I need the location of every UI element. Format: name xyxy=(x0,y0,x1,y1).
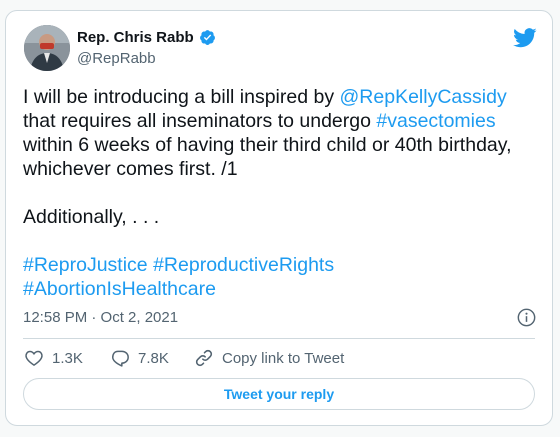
copy-link-label: Copy link to Tweet xyxy=(222,349,345,367)
twitter-bird-icon[interactable] xyxy=(513,28,537,48)
link-icon xyxy=(195,349,213,367)
heart-icon xyxy=(25,350,43,366)
tweet-line: Additionally, . . . xyxy=(23,205,543,229)
author-name-row[interactable]: Rep. Chris Rabb xyxy=(77,29,216,46)
profile-photo xyxy=(24,25,70,71)
tweet-line: #ReproJustice #ReproductiveRights xyxy=(23,253,543,277)
tweet-text-segment: Additionally, . . . xyxy=(23,206,160,228)
tweet-your-reply-button[interactable]: Tweet your reply xyxy=(23,378,535,410)
tweet-line: within 6 weeks of having their third chi… xyxy=(23,133,543,157)
divider xyxy=(23,338,535,339)
tweet-line: whichever comes first. /1 xyxy=(23,157,543,181)
tweet-timestamp[interactable]: 12:58 PM · Oct 2, 2021 xyxy=(23,309,178,326)
copy-link-button[interactable]: Copy link to Tweet xyxy=(194,348,344,368)
like-count: 1.3K xyxy=(52,349,83,367)
tweet-text-segment: whichever comes first. /1 xyxy=(23,158,238,180)
avatar[interactable] xyxy=(24,25,70,71)
tweet-text: I will be introducing a bill inspired by… xyxy=(23,85,543,301)
tweet-text-segment: that requires all inseminators to underg… xyxy=(23,110,377,132)
hashtag-link[interactable]: #AbortionIsHealthcare xyxy=(23,278,216,300)
tweet-card: Rep. Chris Rabb @RepRabb I will be intro… xyxy=(5,10,553,426)
tweet-line: #AbortionIsHealthcare xyxy=(23,277,543,301)
hashtag-link[interactable]: #ReproductiveRights xyxy=(153,254,334,276)
tweet-text-segment: I will be introducing a bill inspired by xyxy=(23,86,340,108)
author-name[interactable]: Rep. Chris Rabb xyxy=(77,29,194,46)
hashtag-link[interactable]: #vasectomies xyxy=(376,110,495,132)
verified-badge-icon xyxy=(199,30,215,45)
tweet-line: I will be introducing a bill inspired by… xyxy=(23,85,543,109)
reply-count-button[interactable]: 7.8K xyxy=(110,348,169,368)
hashtag-link[interactable]: #ReproJustice xyxy=(23,254,148,276)
info-icon[interactable] xyxy=(517,308,536,327)
tweet-text-segment: within 6 weeks of having their third chi… xyxy=(23,134,512,156)
tweet-line: that requires all inseminators to underg… xyxy=(23,109,543,133)
like-button[interactable]: 1.3K xyxy=(24,348,83,368)
speech-bubble-icon xyxy=(112,350,129,367)
reply-count: 7.8K xyxy=(138,349,169,367)
author-handle[interactable]: @RepRabb xyxy=(77,50,156,67)
mention-link[interactable]: @RepKellyCassidy xyxy=(340,86,507,108)
